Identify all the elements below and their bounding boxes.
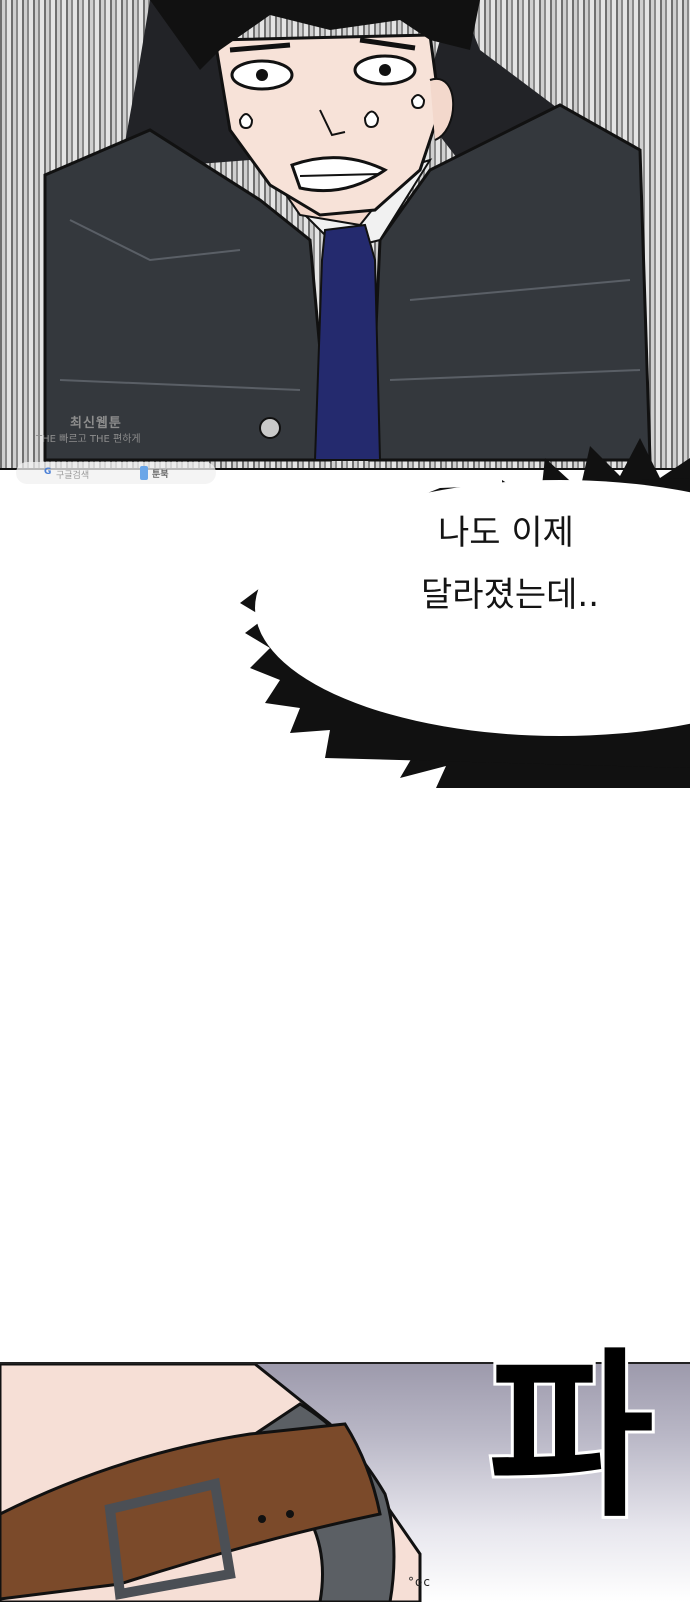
watermark: 최신웹툰 THE 빠르고 THE 편하게 G 구글검색 툰북 <box>0 412 220 484</box>
sound-effect-trail: °oc <box>408 1575 431 1589</box>
watermark-search-pill: G 구글검색 툰북 <box>16 462 216 484</box>
bookmark-icon <box>140 466 148 480</box>
top-comic-panel <box>0 0 690 470</box>
sound-effect-text: 파 <box>485 1333 657 1542</box>
sweat-drop <box>410 94 426 110</box>
sweat-drop <box>363 110 380 129</box>
speech-line-1: 나도 이제 <box>438 513 574 553</box>
google-icon: G <box>44 467 52 477</box>
watermark-slogan: THE 빠르고 THE 편하게 <box>36 434 141 445</box>
watermark-search-label: 구글검색 <box>56 471 90 481</box>
speech-line-2: 달라졌는데.. <box>420 575 599 615</box>
pupil-right <box>379 64 391 76</box>
pupil-left <box>256 69 268 81</box>
sweat-drop <box>238 113 254 130</box>
strap-hole <box>286 1510 294 1518</box>
strap-hole <box>258 1515 266 1523</box>
character-illustration <box>43 0 652 462</box>
watermark-brand: 툰북 <box>152 470 169 480</box>
watermark-title: 최신웹툰 <box>70 416 122 431</box>
